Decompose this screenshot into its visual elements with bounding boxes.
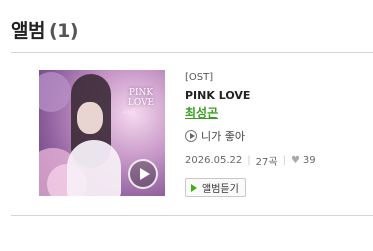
album-name[interactable]: PINK LOVE xyxy=(185,89,250,102)
section-title: 앨범 (1) xyxy=(11,16,79,43)
release-date: 2026.05.22 xyxy=(185,155,243,166)
like-count: 39 xyxy=(302,155,316,166)
play-circle-icon[interactable] xyxy=(185,130,197,142)
cover-title-art: PINK LOVE xyxy=(127,88,155,108)
cover-flower-decor xyxy=(39,72,71,112)
cover-portrait-body xyxy=(67,140,121,196)
album-meta: 2026.05.22 | 27곡 | ♥ 39 xyxy=(185,153,316,168)
cover-subtitle-art: OST xyxy=(123,110,136,116)
album-cover[interactable]: PINK LOVE OST xyxy=(39,70,165,196)
track-title[interactable]: 니가 좋아 xyxy=(201,128,245,144)
section-count: (1) xyxy=(48,20,79,42)
meta-divider: | xyxy=(282,155,286,166)
play-triangle-icon xyxy=(191,183,197,192)
divider xyxy=(11,52,373,53)
album-type: [OST] xyxy=(185,72,214,83)
section-title-label: 앨범 xyxy=(11,20,45,42)
listen-album-button[interactable]: 앨범듣기 xyxy=(185,178,246,197)
divider xyxy=(11,215,373,216)
cover-play-button[interactable] xyxy=(128,159,158,189)
meta-divider: | xyxy=(247,155,251,166)
heart-icon[interactable]: ♥ xyxy=(291,155,300,166)
cover-portrait-face xyxy=(77,102,103,134)
artist-link[interactable]: 최성곤 xyxy=(185,104,218,121)
track-count: 27곡 xyxy=(255,157,278,168)
track-item[interactable]: 니가 좋아 xyxy=(185,128,245,144)
listen-album-label: 앨범듣기 xyxy=(202,184,239,195)
